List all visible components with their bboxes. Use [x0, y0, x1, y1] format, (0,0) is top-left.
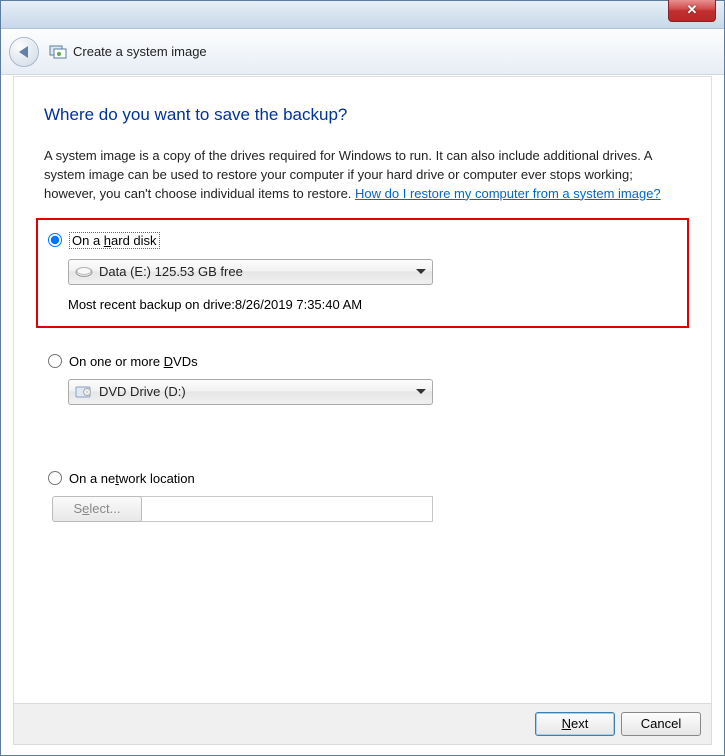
option-network: On a network location Select... — [44, 471, 681, 522]
radio-label-dvd: On one or more DVDs — [69, 354, 198, 369]
backup-info-text: Most recent backup on drive:8/26/2019 7:… — [68, 297, 681, 312]
close-icon: ✕ — [687, 2, 698, 17]
back-button[interactable] — [9, 37, 39, 67]
network-row: Select... — [44, 496, 681, 522]
dvd-drive-icon — [75, 385, 93, 399]
option-dvd: On one or more DVDs DVD Drive (D:) — [44, 354, 681, 405]
cancel-button[interactable]: Cancel — [621, 712, 701, 736]
system-image-icon — [49, 43, 67, 61]
radio-label-hard-disk: On a hard disk — [69, 232, 160, 249]
next-button[interactable]: Next — [535, 712, 615, 736]
page-heading: Where do you want to save the backup? — [44, 105, 681, 125]
hard-disk-combo[interactable]: Data (E:) 125.53 GB free — [68, 259, 433, 285]
chevron-down-icon — [416, 389, 426, 394]
option-hard-disk: On a hard disk Data (E:) 125.53 GB free … — [36, 218, 689, 328]
dvd-combo-text: DVD Drive (D:) — [99, 384, 416, 399]
radio-network[interactable] — [48, 471, 62, 485]
header-bar: Create a system image — [1, 29, 724, 75]
radio-label-network: On a network location — [69, 471, 195, 486]
description-text: A system image is a copy of the drives r… — [44, 147, 681, 204]
radio-row-hard-disk[interactable]: On a hard disk — [44, 232, 681, 249]
dvd-combo[interactable]: DVD Drive (D:) — [68, 379, 433, 405]
back-arrow-icon — [19, 46, 28, 58]
hard-disk-combo-text: Data (E:) 125.53 GB free — [99, 264, 416, 279]
radio-hard-disk[interactable] — [48, 233, 62, 247]
radio-row-dvd[interactable]: On one or more DVDs — [44, 354, 681, 369]
radio-dvd[interactable] — [48, 354, 62, 368]
close-button[interactable]: ✕ — [668, 0, 716, 22]
content-area: Where do you want to save the backup? A … — [13, 76, 712, 703]
help-link[interactable]: How do I restore my computer from a syst… — [355, 186, 661, 201]
radio-row-network[interactable]: On a network location — [44, 471, 681, 486]
titlebar: ✕ — [1, 1, 724, 29]
header-title: Create a system image — [73, 44, 207, 59]
footer-bar: Next Cancel — [13, 703, 712, 745]
select-button[interactable]: Select... — [52, 496, 142, 522]
hard-drive-icon — [75, 265, 93, 279]
chevron-down-icon — [416, 269, 426, 274]
wizard-window: ✕ Create a system image Where do you wan… — [0, 0, 725, 756]
